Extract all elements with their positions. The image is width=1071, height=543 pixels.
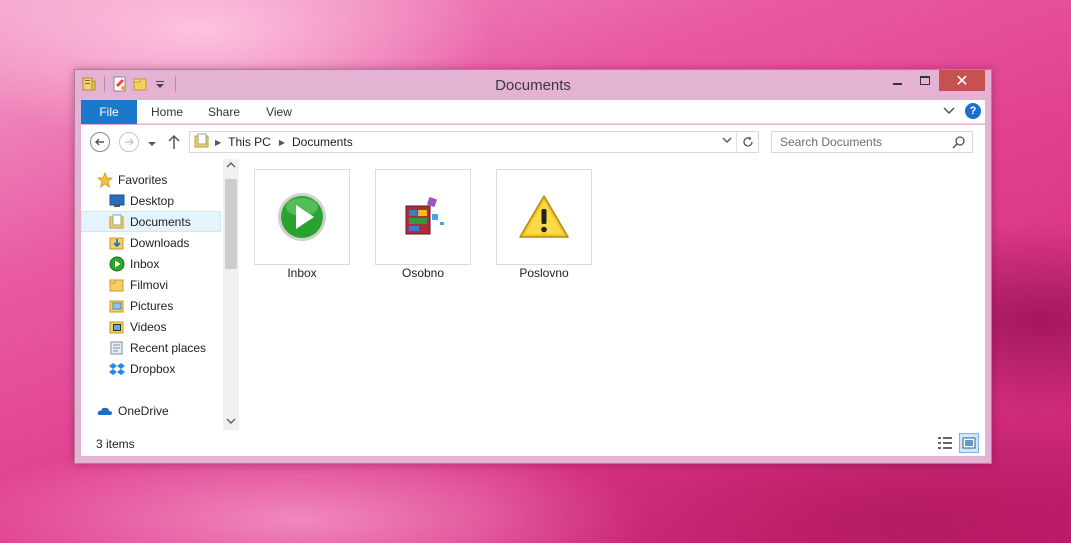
maximize-icon <box>920 76 930 85</box>
minimize-button[interactable] <box>883 70 911 91</box>
close-button[interactable]: ✕ <box>939 70 985 91</box>
address-history-chevron-icon[interactable] <box>722 135 732 148</box>
nav-favorites-label: Favorites <box>118 172 168 187</box>
large-icons-view-icon <box>962 437 976 449</box>
view-toggle <box>935 433 979 453</box>
details-view-icon <box>938 437 952 449</box>
warning-icon <box>519 195 569 238</box>
nav-item-label: Documents <box>130 214 191 229</box>
dropbox-icon <box>109 361 125 377</box>
minimize-icon <box>892 82 902 85</box>
nav-item-filmovi[interactable]: Filmovi <box>81 274 221 295</box>
navigation-pane: Favorites Desktop Documents Downloads In… <box>81 159 239 430</box>
tab-view[interactable]: View <box>257 100 301 124</box>
up-button[interactable] <box>167 134 181 153</box>
window-title: Documents <box>495 77 571 94</box>
details-view-button[interactable] <box>935 433 955 453</box>
nav-item-label: Filmovi <box>130 277 168 292</box>
recent-locations-button[interactable] <box>147 137 157 151</box>
pictures-folder-icon <box>109 298 125 314</box>
file-thumbnail <box>375 169 471 265</box>
back-button[interactable] <box>90 132 110 152</box>
maximize-button[interactable] <box>911 70 939 91</box>
nav-item-pictures[interactable]: Pictures <box>81 295 221 316</box>
explorer-window: Documents ✕ File Home Share View ? ▶ Thi… <box>74 69 992 464</box>
tab-file[interactable]: File <box>81 100 137 124</box>
navigation-bar: ▶ This PC ▶ Documents Search Documents <box>81 125 985 159</box>
nav-item-downloads[interactable]: Downloads <box>81 232 221 253</box>
nav-item-label: Pictures <box>130 298 174 313</box>
ribbon-tabs: File Home Share View ? <box>81 100 985 124</box>
star-icon <box>96 171 114 188</box>
scroll-thumb[interactable] <box>225 179 237 269</box>
nav-item-label: Downloads <box>130 235 190 250</box>
tab-share[interactable]: Share <box>199 100 249 124</box>
file-name: Osobno <box>401 266 445 280</box>
nav-item-dropbox[interactable]: Dropbox <box>81 358 221 379</box>
nav-onedrive[interactable]: OneDrive <box>97 400 237 421</box>
search-icon[interactable] <box>952 135 966 152</box>
file-tile-inbox[interactable]: Inbox <box>254 169 350 280</box>
play-icon <box>109 256 125 272</box>
address-bar[interactable]: ▶ This PC ▶ Documents <box>189 131 759 153</box>
nav-item-inbox[interactable]: Inbox <box>81 253 221 274</box>
tab-home[interactable]: Home <box>143 100 191 124</box>
nav-pane-scrollbar[interactable] <box>223 159 239 430</box>
refresh-icon <box>742 136 753 147</box>
expand-ribbon-chevron-icon[interactable] <box>943 105 955 118</box>
close-icon: ✕ <box>955 71 969 90</box>
file-name: Inbox <box>287 266 317 280</box>
search-input[interactable]: Search Documents <box>771 131 973 153</box>
forward-arrow-icon <box>119 132 139 152</box>
videos-folder-icon <box>109 319 125 335</box>
nav-item-label: Inbox <box>130 256 160 271</box>
recent-places-icon <box>109 340 125 356</box>
search-placeholder: Search Documents <box>780 135 883 149</box>
nav-favorites[interactable]: Favorites <box>96 169 237 190</box>
status-bar: 3 items <box>81 430 985 456</box>
defrag-icon <box>405 196 444 235</box>
desktop-icon <box>109 193 125 209</box>
nav-onedrive-label: OneDrive <box>118 403 169 418</box>
nav-item-documents[interactable]: Documents <box>81 211 221 232</box>
file-thumbnail <box>254 169 350 265</box>
help-icon[interactable]: ? <box>965 103 981 119</box>
scroll-up-icon[interactable] <box>223 161 239 172</box>
breadcrumb-documents[interactable]: Documents <box>292 135 353 149</box>
file-name: Poslovno <box>519 266 569 280</box>
file-tile-osobno[interactable]: Osobno <box>375 169 471 280</box>
downloads-folder-icon <box>109 235 125 251</box>
documents-folder-icon <box>109 214 125 230</box>
folder-icon <box>109 277 125 293</box>
chevron-down-icon <box>148 142 156 146</box>
refresh-button[interactable] <box>736 132 758 152</box>
nav-item-videos[interactable]: Videos <box>81 316 221 337</box>
breadcrumb-separator-icon[interactable]: ▶ <box>279 138 285 147</box>
large-icons-view-button[interactable] <box>959 433 979 453</box>
explorer-body: Favorites Desktop Documents Downloads In… <box>81 159 985 430</box>
nav-item-label: Dropbox <box>130 361 176 376</box>
file-tile-poslovno[interactable]: Poslovno <box>496 169 592 280</box>
onedrive-icon <box>97 403 113 419</box>
back-arrow-icon <box>90 132 110 152</box>
nav-item-label: Desktop <box>130 193 175 208</box>
breadcrumb-this-pc[interactable]: This PC <box>228 135 271 149</box>
up-arrow-icon <box>168 134 180 149</box>
nav-item-label: Videos <box>130 319 167 334</box>
item-count: 3 items <box>96 437 135 451</box>
nav-item-label: Recent places <box>130 340 207 355</box>
ribbon-right-controls: ? <box>943 103 981 119</box>
green-play-icon <box>278 193 326 241</box>
file-list: Inbox Osobno Poslovno <box>239 159 985 430</box>
scroll-down-icon[interactable] <box>223 417 239 428</box>
file-thumbnail <box>496 169 592 265</box>
breadcrumb-separator-icon[interactable]: ▶ <box>215 138 221 147</box>
nav-item-recent-places[interactable]: Recent places <box>81 337 221 358</box>
nav-item-desktop[interactable]: Desktop <box>81 190 221 211</box>
forward-button[interactable] <box>119 132 139 152</box>
documents-folder-icon <box>194 133 210 152</box>
title-bar: Documents ✕ <box>75 70 991 100</box>
caption-buttons: ✕ <box>883 70 985 91</box>
